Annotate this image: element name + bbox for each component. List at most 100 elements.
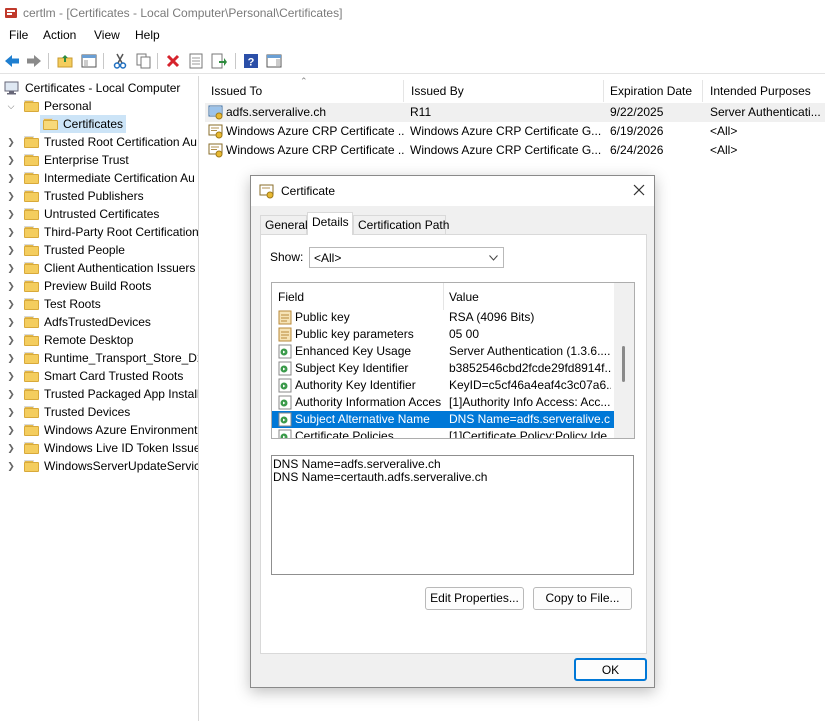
chevron-right-icon[interactable]: ❯ bbox=[6, 187, 16, 205]
column-expiration-date[interactable]: Expiration Date bbox=[602, 80, 702, 102]
field-row[interactable]: Authority Key Identifier KeyID=c5cf46a4ea… bbox=[272, 377, 614, 394]
tab-certification-path[interactable]: Certification Path bbox=[353, 215, 449, 235]
dialog-title-bar: Certificate bbox=[251, 176, 654, 206]
tree-item-store[interactable]: ❯ Trusted Packaged App Install bbox=[0, 385, 198, 403]
chevron-right-icon[interactable]: ❯ bbox=[6, 133, 16, 151]
tree-item-store[interactable]: ❯ Smart Card Trusted Roots bbox=[0, 367, 198, 385]
column-issued-by[interactable]: Issued By bbox=[403, 80, 603, 102]
field-row[interactable]: Subject Key Identifier b3852546cbd2fcde29… bbox=[272, 360, 614, 377]
tree-item-store[interactable]: ❯ Trusted Devices bbox=[0, 403, 198, 421]
field-name: Subject Key Identifier bbox=[295, 361, 409, 375]
chevron-right-icon[interactable]: ❯ bbox=[6, 439, 16, 457]
tree-item-label: Intermediate Certification Au bbox=[44, 171, 195, 185]
chevron-right-icon[interactable]: ❯ bbox=[6, 205, 16, 223]
menu-action[interactable]: Action bbox=[41, 28, 78, 42]
chevron-right-icon[interactable]: ❯ bbox=[6, 367, 16, 385]
properties-icon[interactable] bbox=[186, 51, 206, 71]
menu-help[interactable]: Help bbox=[133, 28, 162, 42]
tree-item-store[interactable]: ❯ Trusted Root Certification Au bbox=[0, 133, 198, 151]
cut-icon[interactable] bbox=[110, 51, 130, 71]
chevron-right-icon[interactable]: ❯ bbox=[6, 151, 16, 169]
tree-item-store[interactable]: ❯ Untrusted Certificates bbox=[0, 205, 198, 223]
fields-grid: Field Value Public key RSA (4096 Bits) Pub… bbox=[271, 282, 635, 439]
grid-scrollbar[interactable] bbox=[614, 283, 634, 438]
tree-item-store[interactable]: ❯ Trusted Publishers bbox=[0, 187, 198, 205]
grid-header-field[interactable]: Field bbox=[278, 290, 304, 304]
tab-details[interactable]: Details bbox=[307, 212, 353, 235]
field-row[interactable]: Public key RSA (4096 Bits) bbox=[272, 309, 614, 326]
close-icon[interactable] bbox=[633, 184, 645, 196]
folder-icon bbox=[24, 334, 39, 346]
chevron-right-icon[interactable]: ❯ bbox=[6, 457, 16, 475]
ok-button[interactable]: OK bbox=[574, 658, 647, 681]
chevron-right-icon[interactable]: ❯ bbox=[6, 241, 16, 259]
tree-item-label: Client Authentication Issuers bbox=[44, 261, 196, 275]
field-name: Authority Information Access bbox=[295, 395, 441, 409]
show-dropdown[interactable]: <All> bbox=[309, 247, 504, 268]
chevron-right-icon[interactable]: ❯ bbox=[6, 331, 16, 349]
tree-item-label: AdfsTrustedDevices bbox=[44, 315, 151, 329]
tree-item-store[interactable]: ❯ Enterprise Trust bbox=[0, 151, 198, 169]
up-folder-icon[interactable] bbox=[55, 51, 75, 71]
delete-icon[interactable] bbox=[163, 51, 183, 71]
table-row[interactable]: Windows Azure CRP Certificate ... Window… bbox=[205, 141, 825, 160]
tree-item-store[interactable]: ❯ Runtime_Transport_Store_D2I bbox=[0, 349, 198, 367]
chevron-right-icon[interactable]: ❯ bbox=[6, 277, 16, 295]
export-list-icon[interactable] bbox=[209, 51, 229, 71]
tree-item-store[interactable]: ❯ Preview Build Roots bbox=[0, 277, 198, 295]
chevron-right-icon[interactable]: ❯ bbox=[6, 349, 16, 367]
show-label: Show: bbox=[270, 250, 304, 264]
help-icon[interactable]: ? bbox=[241, 51, 261, 71]
chevron-right-icon[interactable]: ❯ bbox=[6, 403, 16, 421]
tree-item-store[interactable]: ❯ Windows Live ID Token Issuer bbox=[0, 439, 198, 457]
tree-item-store[interactable]: ❯ AdfsTrustedDevices bbox=[0, 313, 198, 331]
chevron-right-icon[interactable]: ❯ bbox=[6, 259, 16, 277]
column-issued-to[interactable]: Issued To bbox=[203, 80, 403, 102]
detail-value-textbox[interactable]: DNS Name=adfs.serveralive.ch DNS Name=ce… bbox=[271, 455, 634, 575]
table-row[interactable]: Windows Azure CRP Certificate ... Window… bbox=[205, 122, 825, 141]
edit-properties-button[interactable]: Edit Properties... bbox=[425, 587, 524, 610]
table-row[interactable]: adfs.serveralive.ch R11 9/22/2025 Server… bbox=[205, 103, 825, 122]
tree-item-certificates[interactable]: Certificates bbox=[40, 115, 126, 133]
field-row[interactable]: Subject Alternative Name DNS Name=adfs.se… bbox=[272, 411, 614, 428]
back-arrow-icon[interactable] bbox=[2, 51, 22, 71]
tree-item-store[interactable]: ❯ Windows Azure Environment bbox=[0, 421, 198, 439]
chevron-right-icon[interactable]: ❯ bbox=[6, 313, 16, 331]
field-row[interactable]: Enhanced Key Usage Server Authentication … bbox=[272, 343, 614, 360]
action-pane-icon[interactable] bbox=[264, 51, 284, 71]
tree-item-store[interactable]: ❯ Remote Desktop bbox=[0, 331, 198, 349]
certlm-app-icon bbox=[5, 8, 17, 18]
forward-arrow-icon[interactable] bbox=[24, 51, 44, 71]
tree-item-store[interactable]: ❯ Intermediate Certification Au bbox=[0, 169, 198, 187]
column-intended-purposes[interactable]: Intended Purposes bbox=[702, 80, 825, 102]
tree-item-store[interactable]: ❯ Trusted People bbox=[0, 241, 198, 259]
menu-view[interactable]: View bbox=[92, 28, 122, 42]
tree-item-personal[interactable]: ⌵ Personal bbox=[0, 97, 198, 115]
chevron-right-icon[interactable]: ❯ bbox=[6, 385, 16, 403]
tree-root-label: Certificates - Local Computer bbox=[25, 81, 181, 95]
tree-item-store[interactable]: ❯ WindowsServerUpdateService bbox=[0, 457, 198, 475]
field-row[interactable]: Authority Information Access [1]Authority… bbox=[272, 394, 614, 411]
chevron-right-icon[interactable]: ❯ bbox=[6, 169, 16, 187]
tree-item-store[interactable]: ❯ Test Roots bbox=[0, 295, 198, 313]
tree-item-store[interactable]: ❯ Client Authentication Issuers bbox=[0, 259, 198, 277]
chevron-down-icon[interactable]: ⌵ bbox=[6, 97, 16, 115]
tree-root[interactable]: Certificates - Local Computer bbox=[4, 79, 198, 97]
chevron-right-icon[interactable]: ❯ bbox=[6, 223, 16, 241]
extension-icon bbox=[278, 395, 292, 410]
field-row[interactable]: Public key parameters 05 00 bbox=[272, 326, 614, 343]
tab-general[interactable]: General bbox=[260, 215, 308, 235]
field-row[interactable]: Certificate Policies [1]Certificate Polic… bbox=[272, 428, 614, 438]
console-tree: Certificates - Local Computer ⌵ Personal… bbox=[0, 76, 199, 721]
menu-file[interactable]: File bbox=[7, 28, 30, 42]
tree-item-store[interactable]: ❯ Third-Party Root Certification bbox=[0, 223, 198, 241]
scrollbar-thumb[interactable] bbox=[622, 346, 625, 382]
copy-icon[interactable] bbox=[133, 51, 153, 71]
folder-icon bbox=[24, 406, 39, 418]
chevron-right-icon[interactable]: ❯ bbox=[6, 295, 16, 313]
grid-header-value[interactable]: Value bbox=[449, 290, 479, 304]
show-hide-tree-icon[interactable] bbox=[79, 51, 99, 71]
copy-to-file-button[interactable]: Copy to File... bbox=[533, 587, 632, 610]
chevron-right-icon[interactable]: ❯ bbox=[6, 421, 16, 439]
folder-icon bbox=[24, 154, 39, 166]
